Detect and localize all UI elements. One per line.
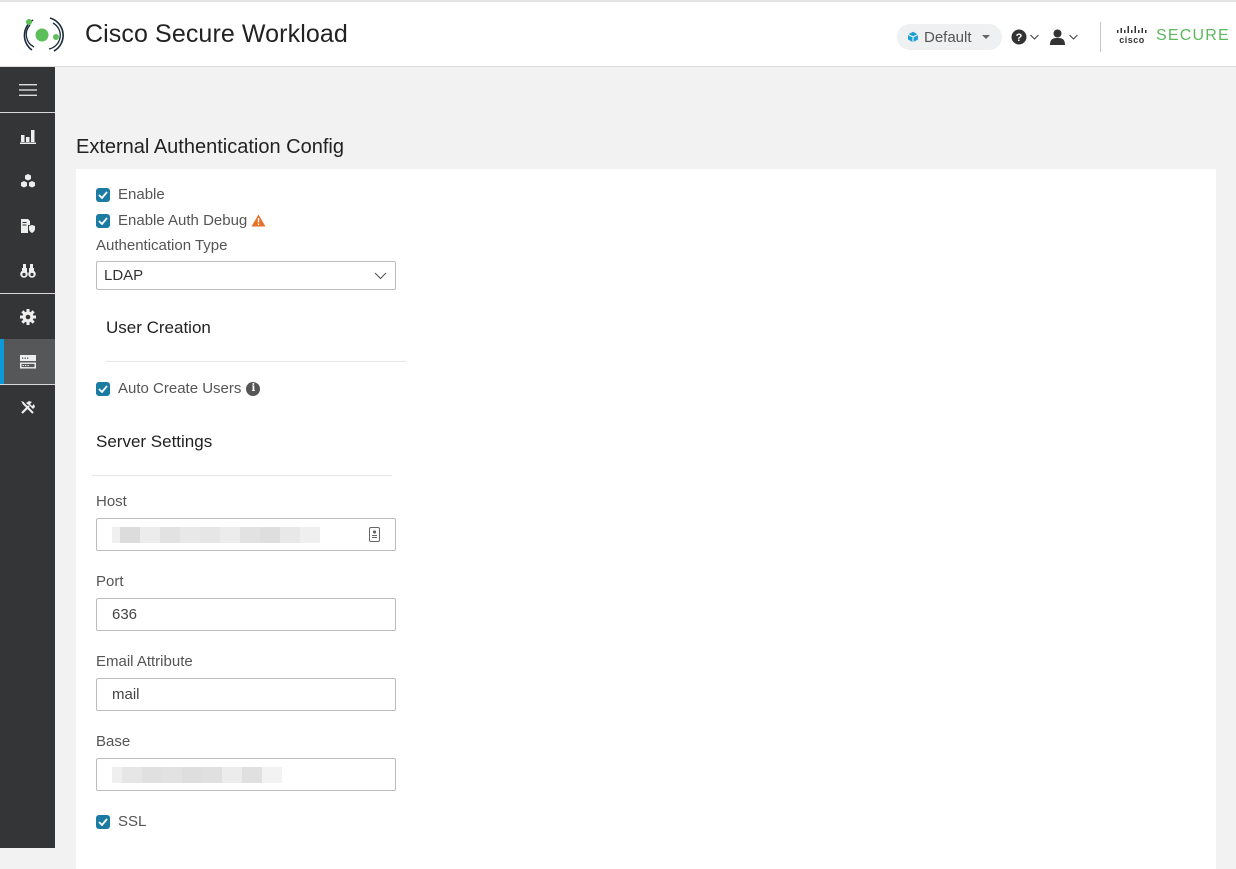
email-attribute-input[interactable]: mail bbox=[96, 678, 396, 711]
user-creation-title: User Creation bbox=[106, 318, 211, 337]
base-input[interactable] bbox=[96, 758, 396, 791]
question-circle-icon: ? bbox=[1011, 29, 1027, 45]
sidebar-item-overview[interactable] bbox=[0, 113, 55, 158]
cisco-bars-icon bbox=[1117, 26, 1147, 33]
menu-icon bbox=[18, 83, 37, 96]
enable-label: Enable bbox=[118, 186, 165, 203]
email-attribute-value: mail bbox=[112, 686, 140, 703]
scope-selector[interactable]: Default bbox=[897, 24, 1002, 50]
sidebar-item-troubleshoot[interactable] bbox=[0, 385, 55, 430]
sidebar-item-investigate[interactable] bbox=[0, 248, 55, 293]
check-icon bbox=[98, 190, 108, 199]
user-icon bbox=[1050, 29, 1065, 45]
orbit-logo-icon bbox=[23, 17, 64, 52]
sidebar-item-defend[interactable] bbox=[0, 203, 55, 248]
cisco-secure-brand: cisco SECURE bbox=[1116, 26, 1230, 45]
host-label: Host bbox=[96, 493, 127, 510]
cisco-wordmark: cisco bbox=[1119, 35, 1145, 45]
ssl-checkbox-row[interactable]: SSL bbox=[96, 813, 146, 830]
help-menu-button[interactable]: ? bbox=[1011, 29, 1040, 45]
ssl-label: SSL bbox=[118, 813, 147, 830]
ssl-checkbox[interactable] bbox=[96, 814, 110, 829]
page-title: External Authentication Config bbox=[76, 136, 344, 158]
check-icon bbox=[98, 384, 108, 393]
app-title: Cisco Secure Workload bbox=[85, 20, 348, 48]
server-settings-title: Server Settings bbox=[96, 432, 213, 451]
sidebar-item-manage[interactable] bbox=[0, 294, 55, 339]
header-divider bbox=[1100, 22, 1101, 52]
check-icon bbox=[98, 817, 108, 826]
cube-icon bbox=[907, 31, 919, 43]
base-value-redacted bbox=[112, 766, 282, 783]
port-label: Port bbox=[96, 573, 124, 590]
sidebar-nav bbox=[0, 67, 55, 848]
enable-checkbox-row[interactable]: Enable bbox=[96, 186, 165, 203]
policy-shield-icon bbox=[20, 218, 35, 233]
user-menu-button[interactable] bbox=[1049, 29, 1079, 45]
base-label: Base bbox=[96, 733, 131, 750]
auth-type-label: Authentication Type bbox=[96, 237, 228, 254]
auth-debug-label: Enable Auth Debug bbox=[118, 212, 248, 229]
cisco-logo: cisco bbox=[1116, 26, 1148, 45]
auth-debug-checkbox-row[interactable]: Enable Auth Debug bbox=[96, 212, 266, 229]
warning-icon bbox=[251, 214, 266, 227]
secure-wordmark: SECURE bbox=[1156, 26, 1230, 44]
tools-icon bbox=[20, 400, 35, 414]
chevron-down-icon bbox=[374, 272, 387, 279]
email-attribute-label: Email Attribute bbox=[96, 653, 193, 670]
cubes-icon bbox=[20, 173, 35, 187]
server-icon bbox=[19, 354, 36, 368]
scope-label: Default bbox=[924, 28, 972, 46]
sidebar-item-organize[interactable] bbox=[0, 158, 55, 203]
binoculars-icon bbox=[19, 263, 36, 278]
auth-type-select[interactable]: LDAP bbox=[96, 261, 396, 290]
auth-type-value: LDAP bbox=[104, 267, 144, 284]
caret-down-icon bbox=[981, 35, 990, 39]
auto-create-users-row[interactable]: Auto Create Users i bbox=[96, 380, 261, 397]
gear-icon bbox=[19, 308, 36, 325]
chevron-down-icon bbox=[1030, 34, 1039, 40]
port-input[interactable]: 636 bbox=[96, 598, 396, 631]
contact-card-icon[interactable] bbox=[369, 527, 380, 542]
info-icon[interactable]: i bbox=[246, 381, 261, 396]
auth-config-form: Enable Enable Auth Debug Authentication … bbox=[76, 169, 1216, 869]
port-value: 636 bbox=[112, 606, 138, 623]
svg-text:?: ? bbox=[1016, 32, 1023, 44]
check-icon bbox=[98, 216, 108, 225]
sidebar-item-platform[interactable] bbox=[0, 339, 55, 384]
host-value-redacted bbox=[112, 526, 320, 543]
auto-create-users-checkbox[interactable] bbox=[96, 381, 110, 396]
host-input[interactable] bbox=[96, 518, 396, 551]
bar-chart-icon bbox=[19, 129, 36, 144]
auto-create-users-label: Auto Create Users bbox=[118, 380, 242, 397]
section-divider bbox=[92, 475, 392, 476]
chevron-down-icon bbox=[1069, 34, 1078, 40]
auth-debug-checkbox[interactable] bbox=[96, 213, 110, 228]
sidebar-item-menu[interactable] bbox=[0, 67, 55, 112]
enable-checkbox[interactable] bbox=[96, 187, 110, 202]
app-logo[interactable] bbox=[20, 13, 66, 57]
top-header: Cisco Secure Workload Default ? cisco SE… bbox=[0, 0, 1236, 67]
section-divider bbox=[106, 361, 406, 362]
